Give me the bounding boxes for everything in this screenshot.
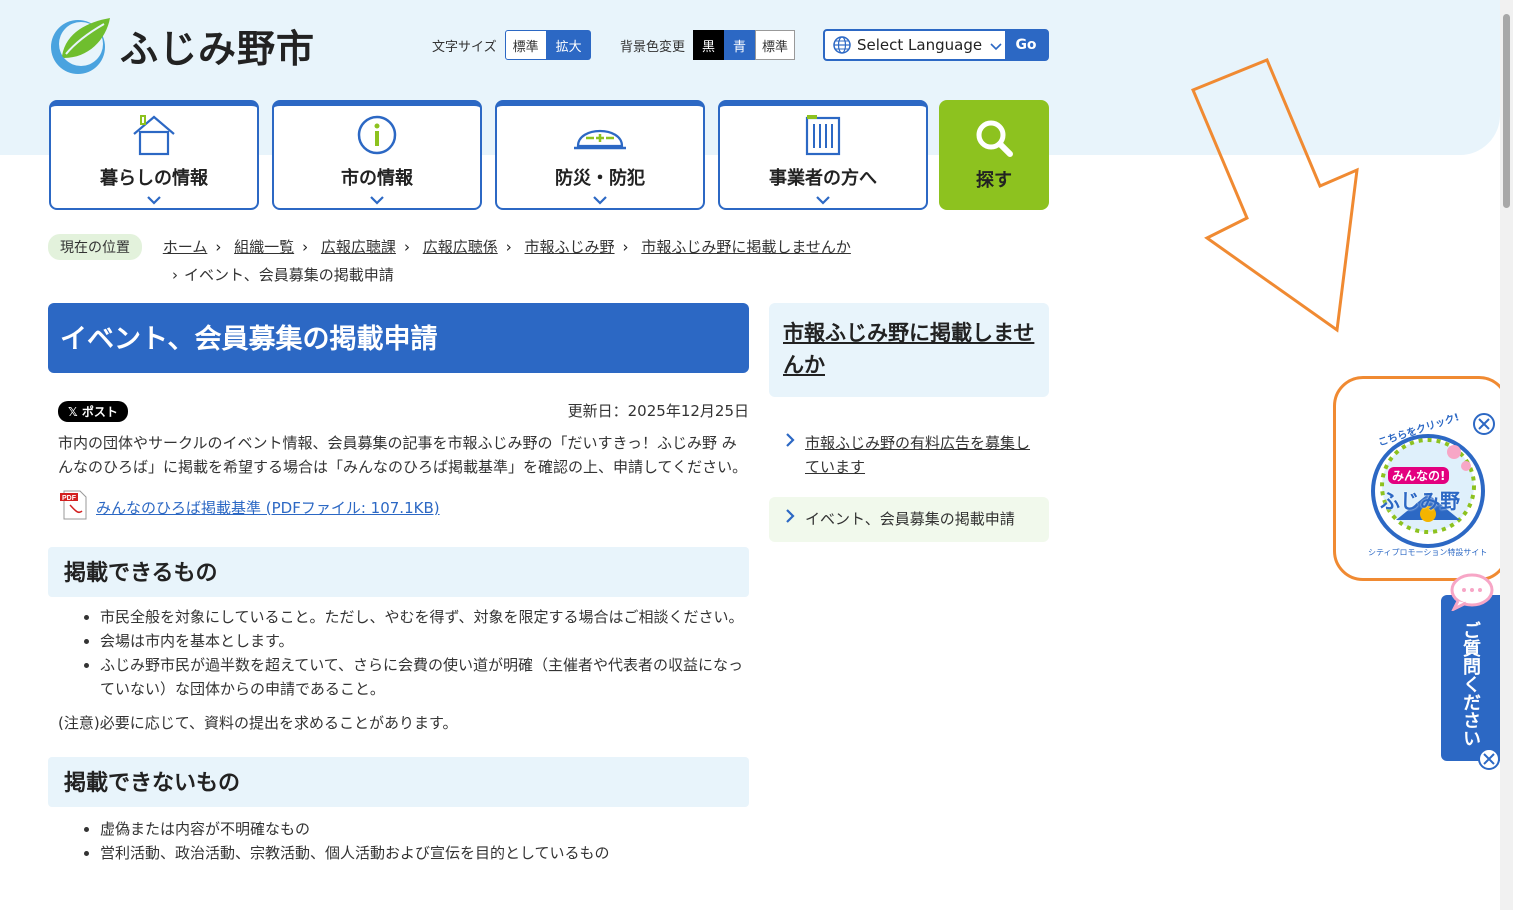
- nav-city-info[interactable]: 市の情報: [272, 100, 482, 210]
- promo-bottom-text: シティプロモーション特設サイト: [1368, 548, 1488, 557]
- bg-blue-button[interactable]: 青: [724, 30, 756, 60]
- breadcrumb-current: イベント、会員募集の掲載申請: [184, 266, 394, 284]
- nav-living-info[interactable]: 暮らしの情報: [49, 100, 259, 210]
- search-icon: [974, 118, 1014, 162]
- go-button[interactable]: Go: [1005, 31, 1047, 59]
- pdf-link[interactable]: みんなのひろば掲載基準 (PDFファイル: 107.1KB): [96, 497, 440, 518]
- breadcrumb-link[interactable]: 広報広聴係: [423, 238, 498, 256]
- search-button[interactable]: 探す: [939, 100, 1049, 210]
- updated-date: 更新日：2025年12月25日: [567, 402, 749, 420]
- breadcrumb-link[interactable]: 市報ふじみ野に掲載しませんか: [641, 238, 851, 256]
- x-post-button[interactable]: 𝕏 ポスト: [58, 400, 128, 422]
- nav-label: 市の情報: [341, 168, 413, 189]
- arrow-annotation-icon: [1191, 58, 1359, 333]
- font-standard-button[interactable]: 標準: [504, 30, 547, 60]
- breadcrumb-here-label: 現在の位置: [48, 234, 142, 260]
- info-icon: [356, 114, 398, 160]
- nav-label: 防災・防犯: [555, 168, 645, 189]
- nav-label: 暮らしの情報: [100, 168, 208, 189]
- leaf-logo-icon: [48, 14, 110, 76]
- side-link-label: 市報ふじみ野の有料広告を募集しています: [805, 434, 1031, 476]
- chevron-down-icon: [592, 190, 608, 209]
- helmet-icon: [572, 116, 628, 160]
- house-icon: [131, 114, 177, 160]
- svg-text:PDF: PDF: [62, 495, 77, 502]
- intro-text: 市内の団体やサークルのイベント情報、会員募集の記事を市報ふじみ野の「だいすきっ！…: [58, 434, 748, 476]
- side-menu: 市報ふじみ野に掲載しませんか 市報ふじみ野の有料広告を募集しています イベント、…: [769, 303, 1049, 542]
- list-item: 虚偽または内容が不明確なもの: [100, 817, 749, 841]
- close-icon[interactable]: [1477, 747, 1501, 775]
- section-list: 虚偽または内容が不明確なもの 営利活動、政治活動、宗教活動、個人活動および宣伝を…: [48, 817, 749, 865]
- section-list: 市民全般を対象にしていること。ただし、やむを得ず、対象を限定する場合はご相談くだ…: [48, 605, 749, 701]
- list-item: 市民全般を対象にしていること。ただし、やむを得ず、対象を限定する場合はご相談くだ…: [100, 605, 749, 629]
- list-item: ふじみ野市民が過半数を超えていて、さらに会費の使い道が明確（主催者や代表者の収益…: [100, 653, 749, 701]
- section-heading: 掲載できないもの: [48, 757, 749, 807]
- list-item: 営利活動、政治活動、宗教活動、個人活動および宣伝を目的としているもの: [100, 841, 749, 865]
- breadcrumb-link[interactable]: 広報広聴課: [321, 238, 396, 256]
- scrollbar-thumb[interactable]: [1503, 14, 1510, 208]
- site-name: ふじみ野市: [120, 26, 316, 71]
- x-post-label: ポスト: [81, 404, 118, 419]
- language-select-text: Select Language: [857, 36, 983, 54]
- promo-line1: みんなの!: [1388, 467, 1450, 484]
- x-icon: 𝕏: [68, 404, 82, 419]
- font-size-control: 文字サイズ 標準 拡大: [432, 30, 591, 60]
- bg-color-label: 背景色変更: [620, 39, 686, 55]
- chevron-down-icon: [146, 190, 162, 209]
- side-menu-title[interactable]: 市報ふじみ野に掲載しませんか: [769, 303, 1049, 397]
- font-size-label: 文字サイズ: [432, 39, 497, 55]
- nav-disaster-crime[interactable]: 防災・防犯: [495, 100, 705, 210]
- section-heading: 掲載できるもの: [48, 547, 749, 597]
- breadcrumb-link[interactable]: 市報ふじみ野: [525, 238, 615, 256]
- building-icon: [803, 114, 843, 160]
- page-title: イベント、会員募集の掲載申請: [48, 303, 749, 373]
- chevron-right-icon: [785, 507, 795, 532]
- chevron-down-icon: [369, 190, 385, 209]
- font-large-button[interactable]: 拡大: [546, 30, 591, 60]
- site-logo[interactable]: ふじみ野市: [48, 14, 315, 76]
- side-link-label: イベント、会員募集の掲載申請: [805, 510, 1015, 528]
- breadcrumb-link[interactable]: ホーム: [163, 238, 208, 256]
- breadcrumb: 現在の位置 ホーム › 組織一覧 › 広報広聴課 › 広報広聴係 › 市報ふじみ野 › 市…: [48, 234, 851, 285]
- question-tab[interactable]: ご質問ください: [1441, 573, 1501, 770]
- question-tab-label: ご質問ください: [1460, 621, 1481, 747]
- language-selector[interactable]: Select Language Go: [823, 29, 1049, 61]
- main-content: イベント、会員募集の掲載申請 𝕏 ポスト 更新日：2025年12月25日 市内の…: [48, 303, 749, 865]
- bg-black-button[interactable]: 黒: [693, 30, 725, 60]
- side-menu-title-text: 市報ふじみ野に掲載しませんか: [783, 321, 1035, 377]
- chevron-down-icon: [815, 190, 831, 209]
- nav-label: 事業者の方へ: [769, 168, 877, 189]
- pdf-icon: PDF: [58, 489, 90, 525]
- side-link-current[interactable]: イベント、会員募集の掲載申請: [769, 497, 1049, 542]
- nav-business[interactable]: 事業者の方へ: [718, 100, 928, 210]
- chevron-right-icon: [785, 431, 795, 479]
- side-link[interactable]: 市報ふじみ野の有料広告を募集しています: [769, 421, 1049, 489]
- breadcrumb-link[interactable]: 組織一覧: [234, 238, 294, 256]
- note-text: (注意)必要に応じて、資料の提出を求めることがあります。: [58, 714, 458, 732]
- chat-bubble-icon: [1448, 573, 1494, 615]
- scrollbar[interactable]: [1500, 0, 1513, 910]
- promo-banner[interactable]: こちらをクリック! みんなの! ふじみ野 シティプロモーション特設サイト: [1333, 376, 1509, 581]
- globe-icon: [833, 36, 851, 54]
- bg-standard-button[interactable]: 標準: [755, 30, 796, 60]
- search-label: 探す: [976, 170, 1012, 191]
- close-icon[interactable]: [1472, 412, 1496, 440]
- promo-line2: ふじみ野: [1380, 489, 1460, 513]
- chevron-down-icon: [990, 36, 1002, 55]
- list-item: 会場は市内を基本とします。: [100, 629, 749, 653]
- bg-color-control: 背景色変更 黒 青 標準: [620, 30, 796, 60]
